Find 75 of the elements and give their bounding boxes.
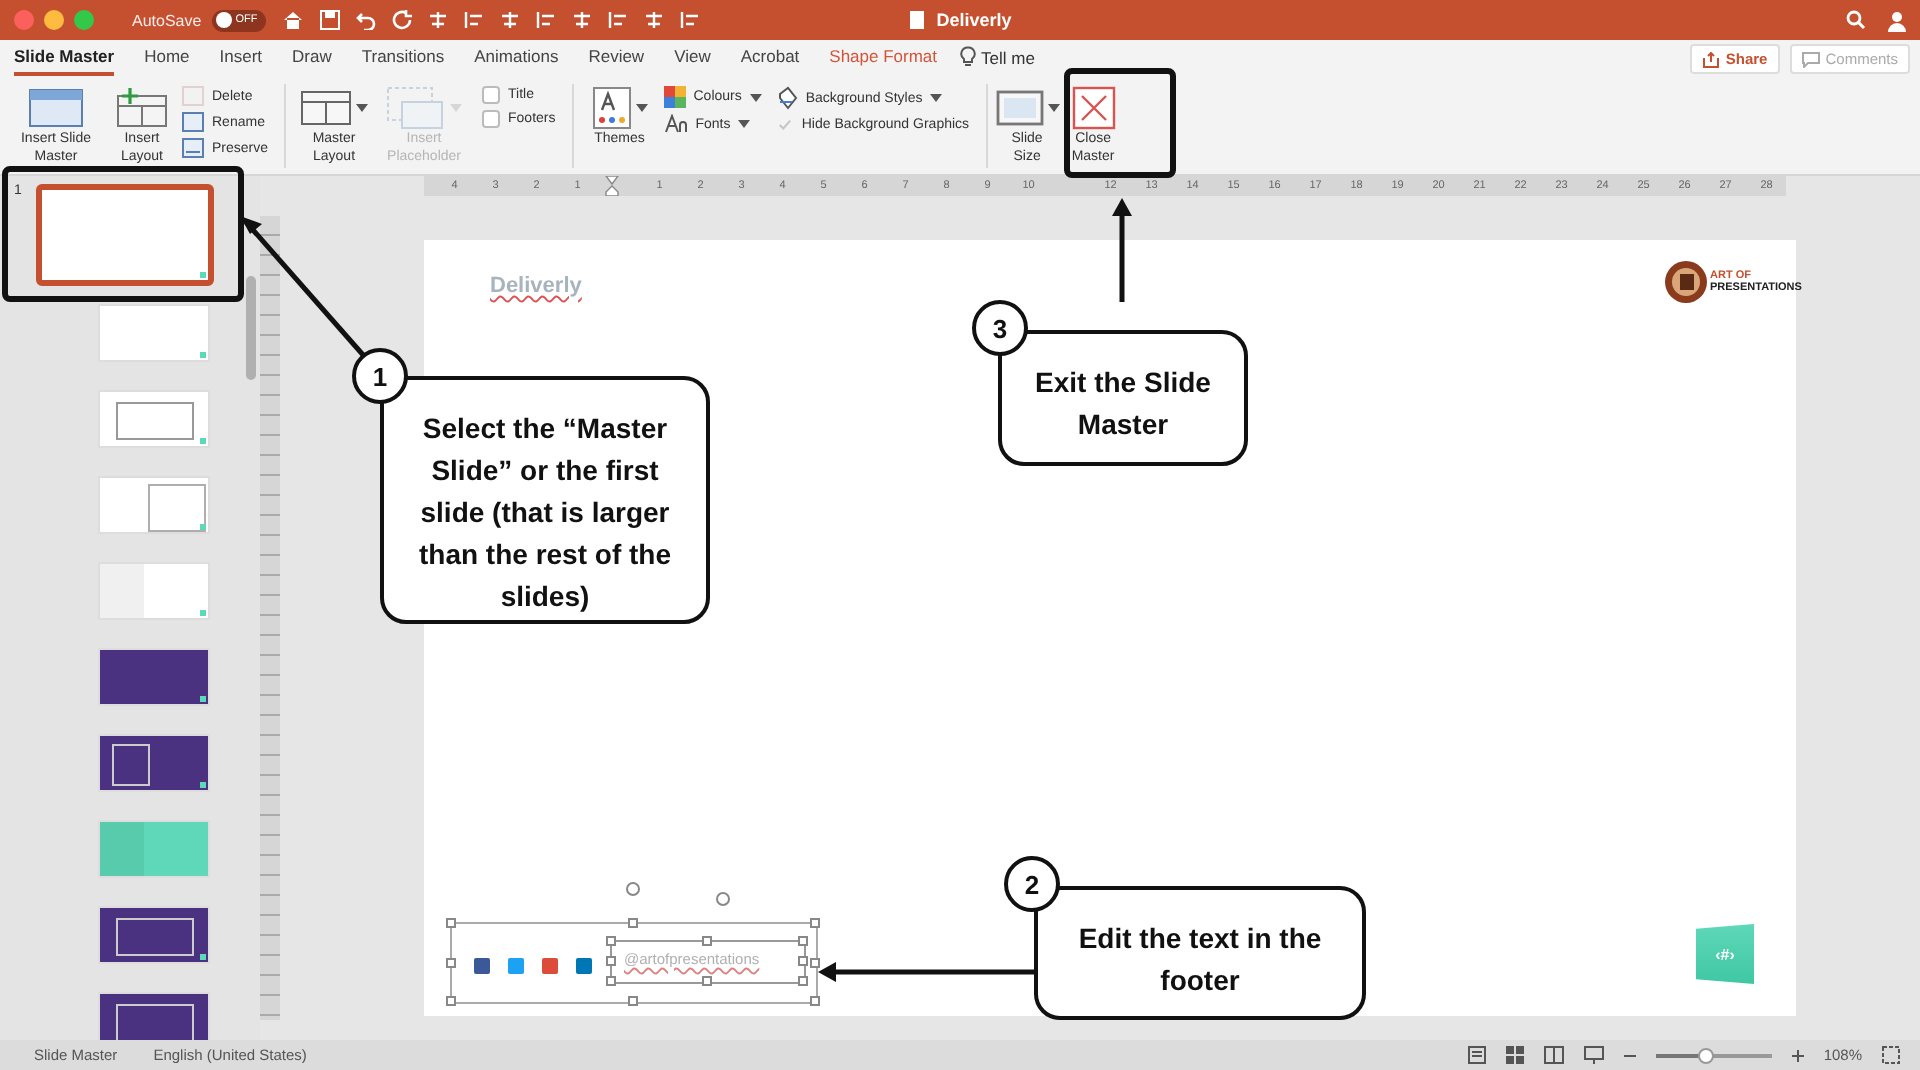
home-icon[interactable]: [281, 10, 304, 30]
master-layout-icon: [300, 88, 353, 128]
align-icon[interactable]: [643, 10, 664, 30]
check-icon: [777, 118, 792, 132]
ribbon-tab[interactable]: View: [674, 46, 711, 76]
zoom-in-icon[interactable]: [1791, 1049, 1804, 1061]
reading-view-icon[interactable]: [1543, 1046, 1564, 1064]
grid-view-icon[interactable]: [1505, 1046, 1524, 1064]
resize-handle[interactable]: [702, 976, 712, 986]
ribbon-tab[interactable]: Shape Format: [829, 46, 938, 76]
redo-icon[interactable]: [391, 10, 412, 30]
lightbulb-icon: [959, 46, 976, 68]
window-zoom-button[interactable]: [74, 10, 94, 30]
rotate-handle-icon[interactable]: [626, 882, 640, 896]
align-icon[interactable]: [571, 10, 592, 30]
user-icon[interactable]: [1886, 9, 1908, 31]
delete-icon: [182, 86, 204, 106]
resize-handle[interactable]: [446, 996, 456, 1006]
caret-icon: [1047, 104, 1060, 112]
resize-handle[interactable]: [446, 957, 456, 967]
logo-icon: [1664, 260, 1708, 304]
comment-icon: [1801, 51, 1820, 67]
placeholder-icon: [386, 86, 447, 130]
layout-add-icon: [116, 88, 168, 128]
highlight-frame: [1064, 68, 1176, 178]
slide-thumbnail[interactable]: [36, 184, 214, 286]
resize-handle[interactable]: [628, 996, 638, 1006]
window-title: Deliverly: [936, 10, 1012, 30]
align-icon[interactable]: [463, 10, 484, 30]
slide-layout-icon: [28, 88, 84, 128]
resize-handle[interactable]: [628, 918, 638, 928]
share-icon: [1701, 51, 1720, 67]
scrollbar-thumb[interactable]: [246, 276, 256, 380]
save-icon[interactable]: [319, 10, 340, 30]
zoom-out-icon[interactable]: [1623, 1049, 1636, 1061]
search-icon[interactable]: [1846, 10, 1866, 30]
slide-size-icon: [995, 88, 1044, 128]
align-icon[interactable]: [607, 10, 628, 30]
themes-icon: [591, 86, 632, 130]
indent-marker-icon[interactable]: [604, 176, 620, 196]
ribbon-tab[interactable]: Acrobat: [740, 46, 800, 76]
align-icon[interactable]: [499, 10, 520, 30]
ribbon-tab[interactable]: Review: [588, 46, 645, 76]
caret-icon: [738, 120, 751, 128]
align-icon[interactable]: [427, 10, 448, 30]
ribbon-tab[interactable]: Insert: [219, 46, 263, 76]
caret-icon: [635, 104, 648, 112]
step-number: 1: [352, 348, 408, 404]
notes-icon[interactable]: [1467, 1046, 1486, 1064]
fonts-icon: [663, 114, 688, 134]
presenter-icon[interactable]: [1583, 1046, 1604, 1064]
autosave-label: AutoSave: [132, 11, 202, 29]
preserve-icon: [182, 138, 204, 158]
fit-window-icon[interactable]: [1882, 1046, 1900, 1064]
ribbon-tab[interactable]: Home: [144, 46, 190, 76]
rotate-handle-icon[interactable]: [716, 892, 730, 906]
align-icon[interactable]: [679, 10, 700, 30]
window-minimize-button[interactable]: [44, 10, 64, 30]
ribbon-tab[interactable]: Animations: [474, 46, 559, 76]
close-icon: [1071, 86, 1116, 130]
caret-icon: [930, 94, 943, 102]
tell-me-field[interactable]: Tell me: [981, 47, 1035, 67]
colours-icon: [663, 86, 686, 108]
pointer-arrow: [1110, 198, 1134, 302]
caret-icon: [749, 93, 762, 101]
document-icon: [908, 10, 927, 30]
align-icon[interactable]: [535, 10, 556, 30]
caret-icon: [356, 104, 369, 112]
rename-icon: [182, 112, 204, 132]
background-styles-icon: [775, 86, 798, 110]
ribbon-tab[interactable]: Draw: [292, 46, 332, 76]
resize-handle[interactable]: [446, 918, 456, 928]
resize-handle[interactable]: [702, 936, 712, 946]
ribbon-tab[interactable]: Transitions: [361, 46, 445, 76]
undo-icon[interactable]: [355, 10, 376, 30]
